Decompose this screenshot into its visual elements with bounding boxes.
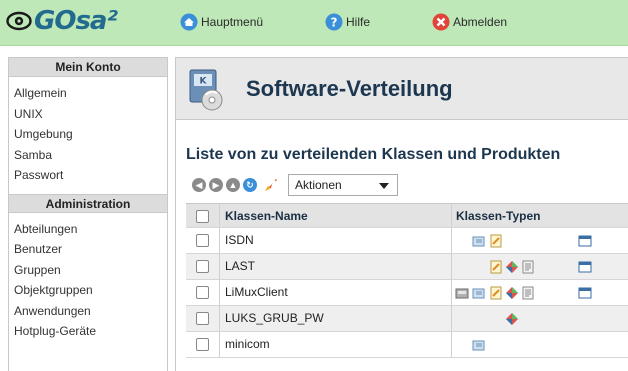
hook-icon <box>505 286 519 300</box>
sidebar-item-samba[interactable]: Samba <box>9 145 167 166</box>
column-header-name[interactable]: Klassen-Name <box>219 204 451 227</box>
script-icon <box>489 286 503 300</box>
packages-icon <box>472 234 486 248</box>
hook-icon <box>505 312 519 326</box>
table-row[interactable]: ISDN <box>186 228 628 254</box>
table-row[interactable]: minicom <box>186 332 628 358</box>
administration-heading: Administration <box>9 193 167 213</box>
class-types <box>451 306 628 331</box>
main-panel: K Software-Verteilung Liste von zu verte… <box>175 57 628 371</box>
hook-icon <box>505 260 519 274</box>
sidebar: Mein Konto Allgemein UNIX Umgebung Samba… <box>8 57 168 371</box>
class-types <box>451 280 628 305</box>
class-types <box>451 254 628 279</box>
forward-icon[interactable]: ▶ <box>209 178 223 192</box>
logo-eye-icon <box>6 9 32 33</box>
class-name[interactable]: LAST <box>219 254 451 279</box>
class-name[interactable]: minicom <box>219 332 451 357</box>
sidebar-item-abteilungen[interactable]: Abteilungen <box>9 219 167 240</box>
my-account-heading: Mein Konto <box>9 58 167 77</box>
sidebar-item-hotplug-geraete[interactable]: Hotplug-Geräte <box>9 321 167 342</box>
logout-label: Abmelden <box>453 15 508 29</box>
disk-icon <box>455 286 469 300</box>
logout-link[interactable]: Abmelden <box>432 13 507 31</box>
help-icon: ? <box>325 13 343 31</box>
template-icon <box>521 260 535 274</box>
table-row[interactable]: LAST <box>186 254 628 280</box>
script-icon <box>489 234 503 248</box>
row-checkbox[interactable] <box>196 234 209 247</box>
software-deployment-icon: K <box>186 68 228 112</box>
sidebar-item-allgemein[interactable]: Allgemein <box>9 83 167 104</box>
deploy-rocket-icon[interactable] <box>262 176 280 194</box>
main-menu-label: Hauptmenü <box>201 15 264 29</box>
sidebar-item-unix[interactable]: UNIX <box>9 104 167 125</box>
sidebar-item-objektgruppen[interactable]: Objektgruppen <box>9 280 167 301</box>
logo-text: GOsa² <box>34 6 118 36</box>
table-header-row: Klassen-Name Klassen-Typen <box>186 203 628 228</box>
page-title: Software-Verteilung <box>246 76 453 101</box>
list-title: Liste von zu verteilenden Klassen und Pr… <box>186 146 561 163</box>
sidebar-item-benutzer[interactable]: Benutzer <box>9 239 167 260</box>
actions-label: Aktionen <box>295 178 342 192</box>
main-menu-link[interactable]: Hauptmenü <box>180 13 263 31</box>
home-icon <box>180 13 198 31</box>
class-name[interactable]: ISDN <box>219 228 451 253</box>
table-row[interactable]: LiMuxClient <box>186 280 628 306</box>
chevron-down-icon <box>379 183 389 189</box>
packages-icon <box>472 286 486 300</box>
column-header-types[interactable]: Klassen-Typen <box>451 204 628 227</box>
actions-dropdown[interactable]: Aktionen <box>288 174 398 196</box>
script-icon <box>489 260 503 274</box>
svg-text:?: ? <box>331 16 338 30</box>
class-types <box>451 228 628 253</box>
row-checkbox[interactable] <box>196 312 209 325</box>
template-icon <box>521 286 535 300</box>
row-checkbox[interactable] <box>196 286 209 299</box>
logout-icon <box>432 13 450 31</box>
window-icon <box>578 260 592 274</box>
window-icon <box>578 234 592 248</box>
svg-text:K: K <box>200 77 208 87</box>
sidebar-item-anwendungen[interactable]: Anwendungen <box>9 301 167 322</box>
top-header: GOsa² Hauptmenü ? Hilfe Abmelden <box>0 0 628 46</box>
sidebar-item-gruppen[interactable]: Gruppen <box>9 260 167 281</box>
home-navigation-icon[interactable]: ▲ <box>226 178 240 192</box>
sidebar-item-umgebung[interactable]: Umgebung <box>9 124 167 145</box>
reload-icon[interactable]: ↻ <box>243 178 257 192</box>
classes-table: Klassen-Name Klassen-Typen ISDN LAST LiM… <box>186 203 628 358</box>
gosa-logo: GOsa² <box>6 6 118 36</box>
table-row[interactable]: LUKS_GRUB_PW <box>186 306 628 332</box>
row-checkbox[interactable] <box>196 260 209 273</box>
class-name[interactable]: LiMuxClient <box>219 280 451 305</box>
help-label: Hilfe <box>346 15 371 29</box>
select-all-checkbox[interactable] <box>196 210 209 223</box>
list-toolbar: ◀ ▶ ▲ ↻ Aktionen <box>192 174 398 196</box>
help-link[interactable]: ? Hilfe <box>325 13 370 31</box>
class-name[interactable]: LUKS_GRUB_PW <box>219 306 451 331</box>
sidebar-item-passwort[interactable]: Passwort <box>9 165 167 186</box>
back-icon[interactable]: ◀ <box>192 178 206 192</box>
class-types <box>451 332 628 357</box>
window-icon <box>578 286 592 300</box>
row-checkbox[interactable] <box>196 338 209 351</box>
packages-icon <box>472 338 486 352</box>
page-title-bar: K Software-Verteilung <box>176 58 628 120</box>
